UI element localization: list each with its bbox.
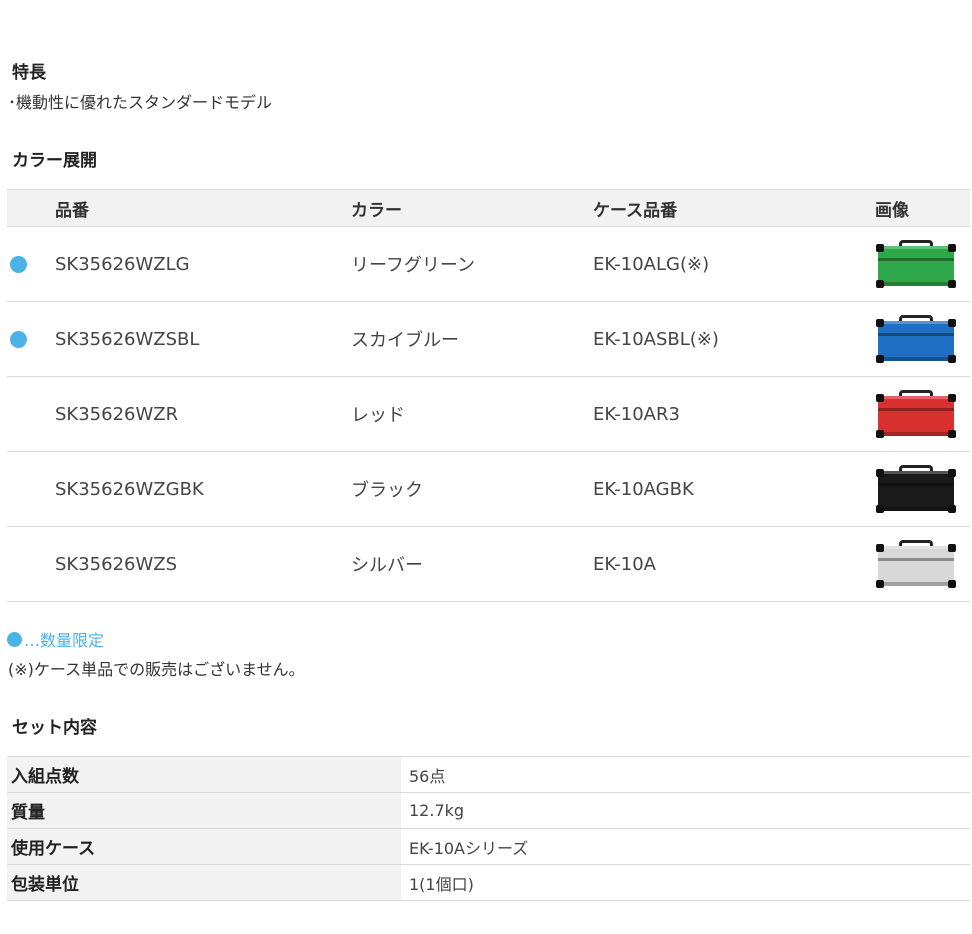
spec-row: 入組点数 56点 xyxy=(7,756,970,793)
spec-value: 12.7kg xyxy=(401,792,970,829)
green-tool-case xyxy=(875,238,959,290)
color-name-cell: シルバー xyxy=(351,526,593,602)
limited-dot-icon xyxy=(10,331,27,348)
features-text: ･機動性に優れたスタンダードモデル xyxy=(8,93,273,112)
case-number-cell: EK-10AGBK xyxy=(593,451,875,527)
spec-value: 1(1個口) xyxy=(401,864,970,901)
header-image: 画像 xyxy=(875,189,970,227)
header-part-number: 品番 xyxy=(55,189,351,227)
color-lineup-heading: カラー展開 xyxy=(12,151,97,171)
part-number-cell: SK35626WZGBK xyxy=(55,451,351,527)
table-row: SK35626WZSBL スカイブルー EK-10ASBL(※) xyxy=(7,301,970,377)
spec-label: 入組点数 xyxy=(7,756,401,793)
color-name-cell: リーフグリーン xyxy=(351,226,593,302)
image-cell xyxy=(875,226,970,302)
table-row: SK35626WZS シルバー EK-10A xyxy=(7,526,970,602)
header-color: カラー xyxy=(351,189,593,227)
case-number-cell: EK-10ALG(※) xyxy=(593,226,875,302)
red-tool-case xyxy=(875,388,959,440)
part-number-cell: SK35626WZSBL xyxy=(55,301,351,377)
image-cell xyxy=(875,526,970,602)
set-contents-heading: セット内容 xyxy=(12,718,97,738)
case-note: (※)ケース単品での販売はございません。 xyxy=(8,660,305,679)
spec-row: 包装単位 1(1個口) xyxy=(7,864,970,901)
product-spec-page: 特長 ･機動性に優れたスタンダードモデル カラー展開 品番 カラー ケース品番 … xyxy=(0,0,972,934)
marker-cell xyxy=(7,376,55,452)
features-heading: 特長 xyxy=(12,63,46,83)
header-case-number: ケース品番 xyxy=(593,189,875,227)
part-number-cell: SK35626WZLG xyxy=(55,226,351,302)
spec-value: 56点 xyxy=(401,756,970,793)
image-cell xyxy=(875,451,970,527)
case-number-cell: EK-10A xyxy=(593,526,875,602)
limited-dot-icon xyxy=(7,632,22,647)
header-marker-cell xyxy=(7,189,55,227)
case-number-cell: EK-10ASBL(※) xyxy=(593,301,875,377)
spec-label: 質量 xyxy=(7,792,401,829)
marker-cell xyxy=(7,451,55,527)
color-name-cell: スカイブルー xyxy=(351,301,593,377)
blue-tool-case xyxy=(875,313,959,365)
marker-cell xyxy=(7,526,55,602)
black-tool-case xyxy=(875,463,959,515)
limited-dot-icon xyxy=(10,256,27,273)
spec-rows: 入組点数 56点 質量 12.7kg 使用ケース EK-10Aシリーズ 包装単位 1(1個口) xyxy=(7,756,970,901)
image-cell xyxy=(875,301,970,377)
limited-legend-text: …数量限定 xyxy=(24,631,105,650)
set-contents-table: 入組点数 56点 質量 12.7kg 使用ケース EK-10Aシリーズ 包装単位 1(1個口) xyxy=(7,756,970,901)
color-rows: SK35626WZLG リーフグリーン EK-10ALG(※) SK35626WZSB… xyxy=(7,226,970,602)
color-lineup-table: 品番 カラー ケース品番 画像 SK35626WZLG リーフグリーン EK-10A… xyxy=(7,189,970,602)
spec-value: EK-10Aシリーズ xyxy=(401,828,970,865)
table-header-row: 品番 カラー ケース品番 画像 xyxy=(7,189,970,227)
table-row: SK35626WZLG リーフグリーン EK-10ALG(※) xyxy=(7,226,970,302)
spec-label: 包装単位 xyxy=(7,864,401,901)
silver-tool-case xyxy=(875,538,959,590)
part-number-cell: SK35626WZR xyxy=(55,376,351,452)
case-number-cell: EK-10AR3 xyxy=(593,376,875,452)
table-row: SK35626WZR レッド EK-10AR3 xyxy=(7,376,970,452)
table-row: SK35626WZGBK ブラック EK-10AGBK xyxy=(7,451,970,527)
color-name-cell: ブラック xyxy=(351,451,593,527)
marker-cell xyxy=(7,226,55,302)
spec-row: 質量 12.7kg xyxy=(7,792,970,829)
image-cell xyxy=(875,376,970,452)
spec-label: 使用ケース xyxy=(7,828,401,865)
marker-cell xyxy=(7,301,55,377)
limited-legend: …数量限定 xyxy=(7,627,104,651)
spec-row: 使用ケース EK-10Aシリーズ xyxy=(7,828,970,865)
part-number-cell: SK35626WZS xyxy=(55,526,351,602)
color-name-cell: レッド xyxy=(351,376,593,452)
